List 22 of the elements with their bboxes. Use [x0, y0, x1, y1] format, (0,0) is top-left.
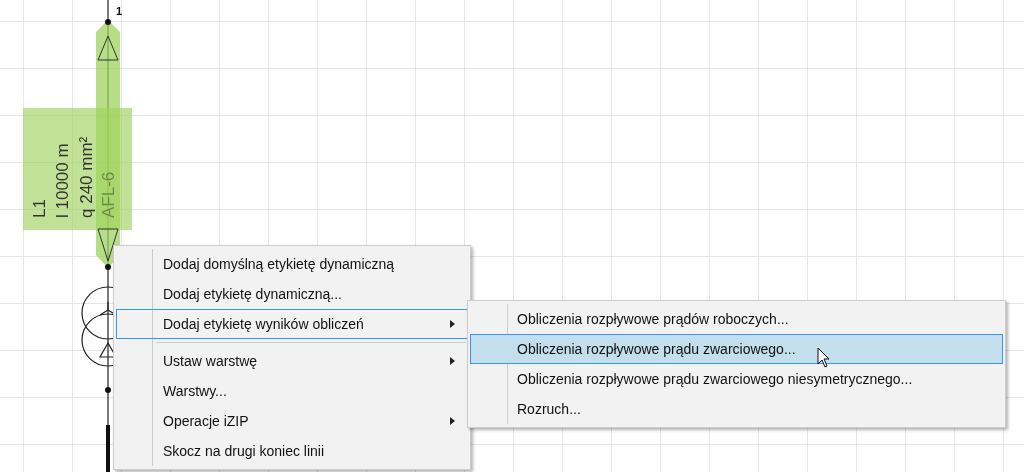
menu-item[interactable]: Warstwy... [116, 376, 468, 406]
menu-item[interactable]: Obliczenia rozpływowe prądów roboczych... [470, 304, 1003, 334]
node-dot [105, 264, 111, 270]
menu-item[interactable]: Rozruch... [470, 394, 1003, 424]
line-label: l 10000 m [53, 143, 72, 218]
menu-item[interactable]: Skocz na drugi koniec linii [116, 436, 468, 466]
line-label: AFL-6 [99, 171, 118, 218]
node-dot [105, 387, 111, 393]
line-label: q 240 mm² [77, 136, 96, 218]
line-label: L1 [30, 199, 49, 218]
menu-item[interactable]: Ustaw warstwę [116, 346, 468, 376]
menu-item[interactable]: Dodaj etykietę dynamiczną... [116, 279, 468, 309]
menu-item[interactable]: Obliczenia rozpływowe prądu zwarciowego niesymetrycznego... [470, 364, 1003, 394]
menu-item[interactable]: Dodaj etykietę wyników obliczeń [116, 309, 468, 339]
node-label: 1 [116, 5, 123, 17]
menu-item[interactable]: Obliczenia rozpływowe prądu zwarciowego... [470, 334, 1003, 364]
arrow-up-icon [97, 35, 119, 61]
node-dot [105, 19, 111, 25]
menu-item[interactable]: Operacje iZIP [116, 406, 468, 436]
arrow-down-icon [97, 228, 119, 262]
menu-item[interactable]: Dodaj domyślną etykietę dynamiczną [116, 249, 468, 279]
cursor-icon [817, 347, 831, 369]
